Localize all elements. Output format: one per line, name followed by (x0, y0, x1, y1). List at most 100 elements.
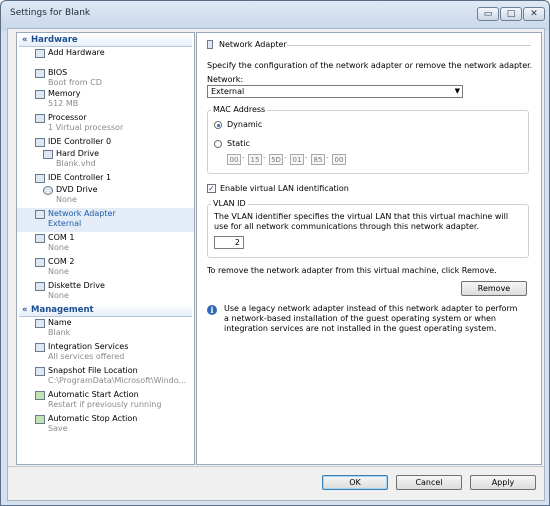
mac-dynamic-radio[interactable] (214, 121, 222, 129)
info-text: Use a legacy network adapter instead of … (224, 304, 518, 333)
tree-item-processor[interactable]: Processor 1 Virtual processor (17, 112, 194, 136)
mac-octet-field: 5D (269, 154, 283, 165)
tree-item-sub: All services offered (48, 352, 125, 361)
client-area: «Hardware Add Hardware BIOS Boot from CD… (7, 28, 545, 501)
ide-controller-icon (35, 174, 45, 183)
tree-item-label: Memory (48, 89, 81, 98)
tree-item-bios[interactable]: BIOS Boot from CD (17, 67, 194, 88)
tree-item-memory[interactable]: Memory 512 MB (17, 88, 194, 112)
tree-item-ide-controller-1[interactable]: IDE Controller 1 (17, 172, 194, 184)
tree-item-sub: Blank.vhd (56, 159, 96, 168)
chevron-down-icon: ▼ (454, 87, 460, 95)
tree-item-diskette-drive[interactable]: Diskette Drive None (17, 280, 194, 304)
tree-item-network-adapter[interactable]: Network Adapter External (17, 208, 194, 232)
tree-item-name[interactable]: Name Blank (17, 317, 194, 341)
section-management[interactable]: «Management (19, 304, 192, 317)
tree-item-label: Add Hardware (48, 48, 105, 57)
mac-address-fields: 00 - 15 - 5D - 01 - 85 - 00 (227, 154, 367, 166)
mac-static-radio[interactable] (214, 140, 222, 148)
integration-services-icon (35, 343, 45, 352)
tree-item-label: Automatic Stop Action (48, 414, 138, 423)
tree-item-snapshot-location[interactable]: Snapshot File Location C:\ProgramData\Mi… (17, 365, 194, 389)
tree-item-dvd-drive[interactable]: DVD Drive None (17, 184, 194, 208)
vlan-group-label: VLAN ID (211, 199, 248, 208)
network-select-value: External (211, 87, 245, 96)
tree-item-label: BIOS (48, 68, 68, 77)
section-management-title: Management (31, 305, 94, 315)
settings-window: Settings for Blank ▭ □ ✕ «Hardware Add H… (0, 0, 550, 506)
panel-heading: Network Adapter (219, 40, 287, 49)
section-hardware-title: Hardware (31, 35, 78, 45)
panel-description: Specify the configuration of the network… (207, 61, 533, 70)
tree-item-com1[interactable]: COM 1 None (17, 232, 194, 256)
tree-item-sub: 1 Virtual processor (48, 123, 124, 132)
remove-button[interactable]: Remove (461, 281, 527, 296)
mac-dynamic-label: Dynamic (227, 120, 263, 129)
tree-item-label: Integration Services (48, 342, 129, 351)
tree-item-integration-services[interactable]: Integration Services All services offere… (17, 341, 194, 365)
tree-item-label: DVD Drive (56, 185, 98, 194)
mac-octet-field: 01 (290, 154, 304, 165)
tree-item-label: IDE Controller 0 (48, 137, 112, 146)
section-hardware[interactable]: «Hardware (19, 34, 192, 47)
apply-button[interactable]: Apply (470, 475, 536, 490)
minimize-button[interactable]: ▭ (477, 7, 499, 21)
tree-item-label: COM 2 (48, 257, 75, 266)
tree-item-sub: None (48, 267, 69, 276)
collapse-chevron-icon[interactable]: « (22, 304, 31, 316)
mac-octet-field: 15 (248, 154, 262, 165)
tree-item-sub: Boot from CD (48, 78, 102, 87)
network-adapter-icon (35, 210, 45, 219)
tree-item-sub: External (48, 219, 82, 228)
tree-item-auto-start[interactable]: Automatic Start Action Restart if previo… (17, 389, 194, 413)
com-port-icon (35, 234, 45, 243)
tree-item-label: Network Adapter (48, 209, 116, 218)
vlan-description: The VLAN identifier specifies the virtua… (214, 212, 509, 231)
dvd-drive-icon (43, 186, 53, 195)
network-label: Network: (207, 75, 244, 84)
name-icon (35, 319, 45, 328)
tree-item-label: Automatic Start Action (48, 390, 139, 399)
tree-item-label: Snapshot File Location (48, 366, 138, 375)
auto-start-icon (35, 391, 45, 400)
remove-instructions: To remove the network adapter from this … (207, 266, 497, 275)
vlan-id-input[interactable]: 2 (214, 236, 244, 249)
tree-item-label: Diskette Drive (48, 281, 105, 290)
heading-rule (287, 45, 531, 46)
mac-octet-field: 00 (332, 154, 346, 165)
bios-icon (35, 69, 45, 78)
tree-item-sub: Blank (48, 328, 71, 337)
snapshot-folder-icon (35, 367, 45, 376)
tree-item-sub: None (56, 195, 77, 204)
tree-item-label: Processor (48, 113, 87, 122)
tree-item-hard-drive[interactable]: Hard Drive Blank.vhd (17, 148, 194, 172)
mac-group-label: MAC Address (211, 105, 268, 114)
tree-item-sub: Restart if previously running (48, 400, 162, 409)
processor-icon (35, 114, 45, 123)
memory-icon (35, 90, 45, 99)
mac-static-label: Static (227, 139, 250, 148)
cancel-button[interactable]: Cancel (396, 475, 462, 490)
tree-item-label: Name (48, 318, 72, 327)
diskette-drive-icon (35, 282, 45, 291)
tree-item-sub: None (48, 243, 69, 252)
maximize-button[interactable]: □ (500, 7, 522, 21)
footer-divider (8, 466, 544, 467)
tree-item-ide-controller-0[interactable]: IDE Controller 0 (17, 136, 194, 148)
network-adapter-icon (207, 40, 213, 49)
auto-stop-icon (35, 415, 45, 424)
window-title: Settings for Blank (10, 8, 91, 18)
tree-item-com2[interactable]: COM 2 None (17, 256, 194, 280)
tree-item-sub: 512 MB (48, 99, 79, 108)
ide-controller-icon (35, 138, 45, 147)
com-port-icon (35, 258, 45, 267)
vlan-enable-checkbox[interactable]: ✓ (207, 184, 216, 193)
close-button[interactable]: ✕ (523, 7, 545, 21)
tree-item-auto-stop[interactable]: Automatic Stop Action Save (17, 413, 194, 437)
ok-button[interactable]: OK (322, 475, 388, 490)
network-select[interactable]: External ▼ (207, 85, 463, 98)
tree-item-add-hardware[interactable]: Add Hardware (17, 47, 194, 67)
settings-tree: «Hardware Add Hardware BIOS Boot from CD… (16, 32, 195, 465)
collapse-chevron-icon[interactable]: « (22, 34, 31, 46)
details-panel: Network Adapter Specify the configuratio… (196, 32, 542, 465)
